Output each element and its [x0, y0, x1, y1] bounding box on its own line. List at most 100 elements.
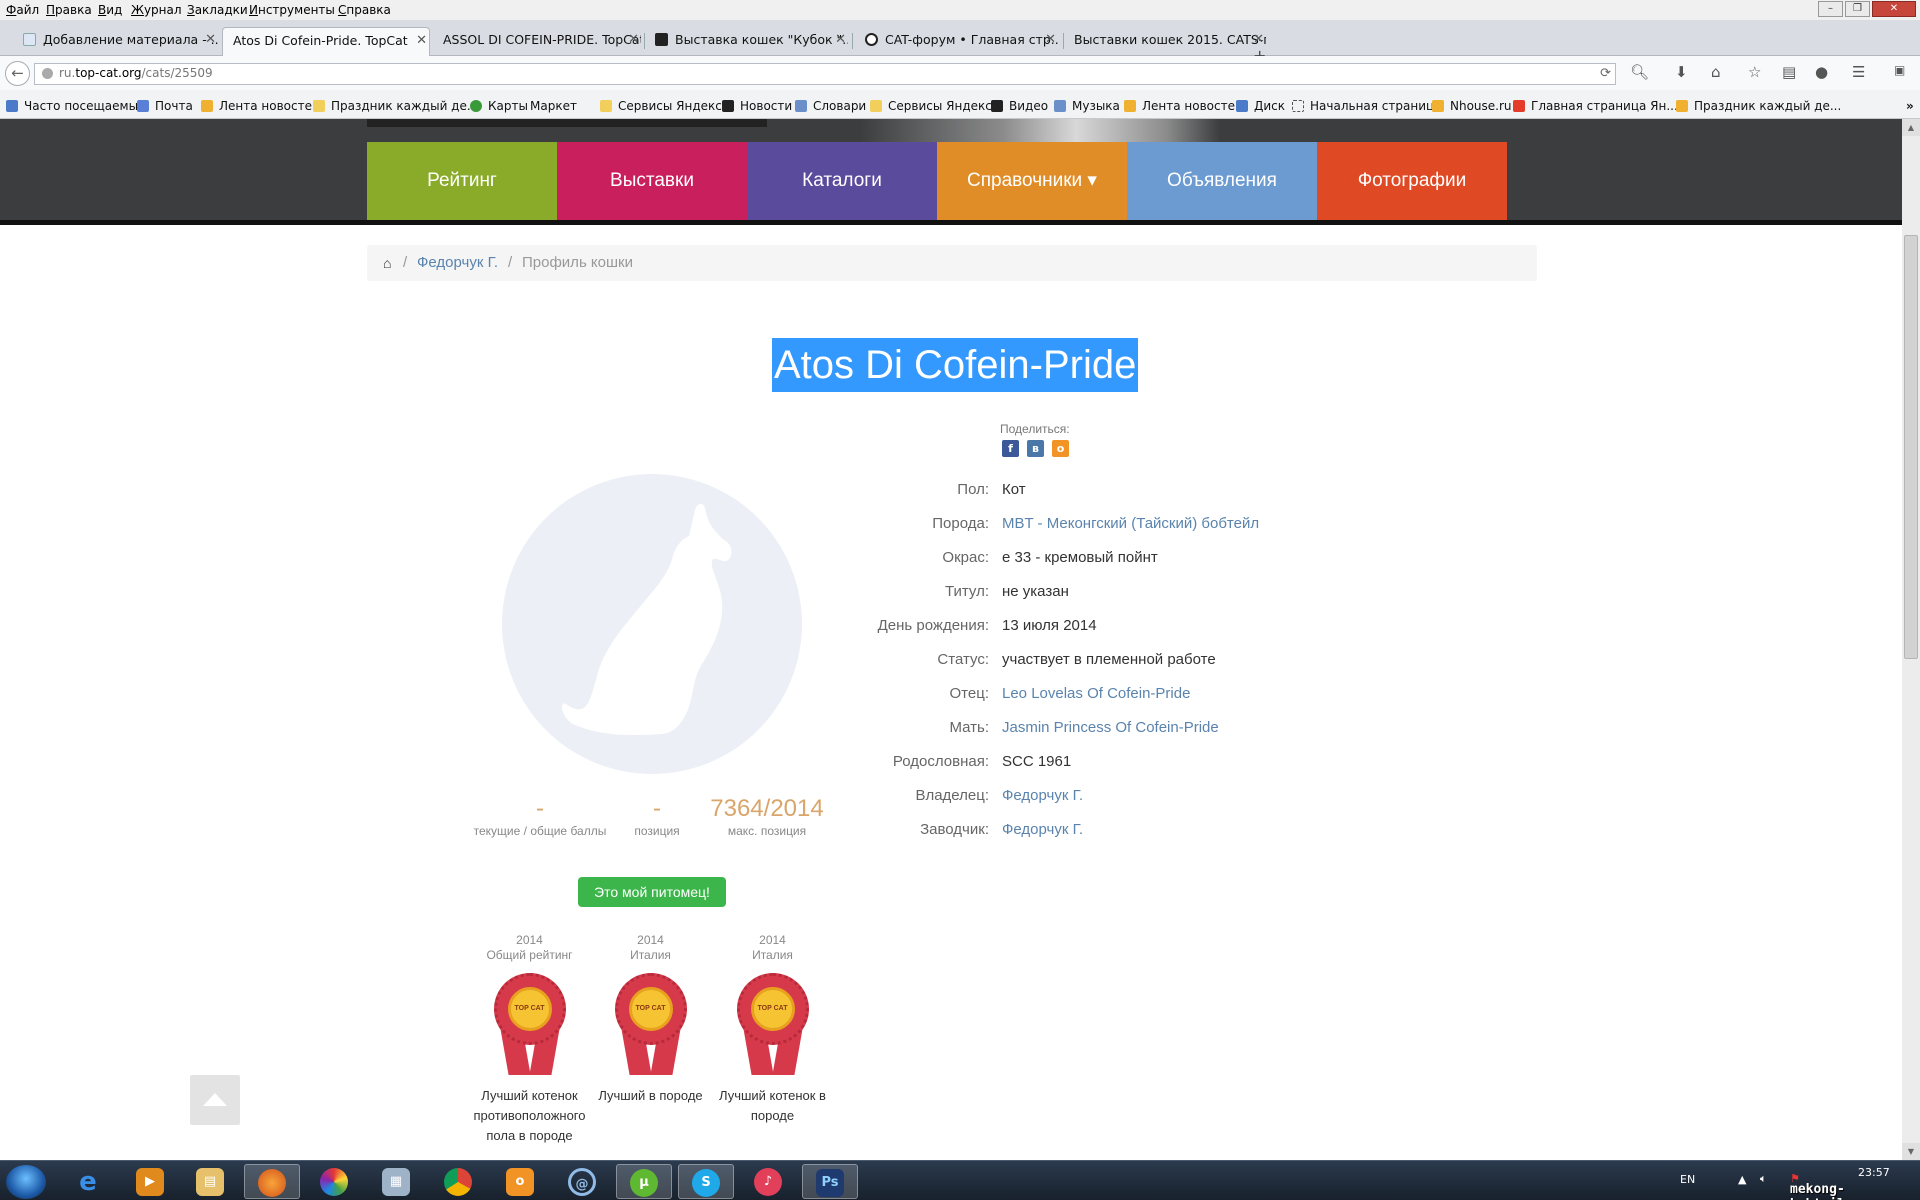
award-year: 2014 — [759, 933, 786, 947]
nav-ads[interactable]: Объявления — [1127, 142, 1317, 220]
field-value-owner-link[interactable]: Федорчук Г. — [1002, 787, 1083, 804]
nav-shows[interactable]: Выставки — [557, 142, 747, 220]
menu-help[interactable]: Справка — [338, 3, 391, 17]
bookmark-yandex-services-2[interactable]: Сервисы Яндекса — [870, 99, 999, 113]
language-indicator[interactable]: EN — [1680, 1173, 1695, 1186]
taskbar-skype[interactable]: S — [678, 1164, 734, 1199]
back-button[interactable]: ← — [5, 61, 30, 86]
bookmarks-overflow-icon[interactable]: » — [1906, 99, 1914, 113]
field-value-father-link[interactable]: Leo Lovelas Of Cofein-Pride — [1002, 685, 1190, 702]
taskbar-mail-agent[interactable]: @ — [554, 1164, 610, 1199]
clock[interactable]: 23:57 — [1858, 1166, 1890, 1179]
bookmark-mail[interactable]: Почта — [137, 99, 193, 113]
award-badge: 2014 Общий рейтинг TOP CAT Лучший котено… — [472, 933, 587, 1146]
windows-taskbar: e ▶ ▤ ▦ о @ µ S ♪ Ps EN ▲ 🔈︎ ⚑ 23:57 — [0, 1160, 1920, 1200]
tab-add-material[interactable]: Добавление материала - ... ✕ — [18, 27, 218, 56]
scroll-up-arrow-icon[interactable]: ▲ — [1902, 119, 1920, 136]
reload-icon[interactable]: ⟳ — [1600, 64, 1611, 83]
volume-icon[interactable]: 🔈︎ — [1760, 1172, 1767, 1186]
tray-expand-icon[interactable]: ▲ — [1738, 1173, 1746, 1186]
maximize-button[interactable]: ❐ — [1845, 1, 1870, 17]
field-value-breeder-link[interactable]: Федорчук Г. — [1002, 821, 1083, 838]
tab-cat-forum[interactable]: CAT-форум • Главная стр... ✕ — [860, 27, 1058, 56]
breadcrumb-separator: / — [508, 254, 513, 271]
close-tab-icon[interactable]: ✕ — [416, 28, 427, 53]
my-pet-button[interactable]: Это мой питомец! — [578, 877, 726, 907]
search-icon[interactable]: 🔍︎ — [1630, 63, 1649, 81]
header-stripe — [367, 119, 767, 127]
scroll-to-top-button[interactable] — [190, 1075, 240, 1125]
tab-assol-profile[interactable]: ASSOL DI COFEIN-PRIDE. TopCat ✕ — [433, 27, 641, 56]
bookmark-news-feed[interactable]: Лента новостей — [201, 99, 320, 113]
bookmark-news[interactable]: Новости — [722, 99, 792, 113]
odnoklassniki-icon[interactable]: о — [1052, 440, 1069, 457]
menu-file[interactable]: Файл — [6, 3, 39, 17]
field-label-title: Титул: — [944, 583, 989, 600]
close-tab-icon[interactable]: ✕ — [205, 27, 216, 52]
address-bar[interactable]: ru.top-cat.org/cats/25509 ⟳ — [34, 63, 1616, 85]
menu-view[interactable]: Вид — [98, 3, 122, 17]
arrow-up-icon — [203, 1093, 227, 1106]
nav-rating[interactable]: Рейтинг — [367, 142, 557, 220]
globe-icon — [42, 68, 53, 79]
nav-references[interactable]: Справочники ▾ — [937, 142, 1127, 220]
close-tab-icon[interactable]: ✕ — [835, 27, 846, 52]
bookmark-yandex-home[interactable]: Главная страница Ян... — [1513, 99, 1678, 113]
close-window-button[interactable]: ✕ — [1872, 1, 1916, 17]
bookmark-nhouse[interactable]: Nhouse.ru — [1432, 99, 1512, 113]
taskbar-internet-explorer[interactable]: e — [60, 1164, 116, 1199]
tab-cat-shows-2015[interactable]: Выставки кошек 2015. CATS-п... ✕ — [1066, 27, 1266, 56]
taskbar-explorer[interactable]: ▤ — [182, 1164, 238, 1199]
breadcrumb-owner-link[interactable]: Федорчук Г. — [417, 245, 498, 281]
menu-icon[interactable]: ☰ — [1852, 63, 1865, 81]
tab-title: Выставка кошек "Кубок "... — [675, 32, 848, 47]
menu-bookmarks[interactable]: Закладки — [187, 3, 248, 17]
home-icon[interactable]: ⌂ — [383, 245, 391, 281]
field-value-breed-link[interactable]: MBT - Меконгский (Тайский) бобтейл — [1002, 515, 1259, 532]
menu-edit[interactable]: Правка — [46, 3, 92, 17]
minimize-button[interactable]: – — [1818, 1, 1843, 17]
bookmark-disk[interactable]: Диск — [1236, 99, 1285, 113]
taskbar-photoshop[interactable]: Ps — [802, 1164, 858, 1199]
close-tab-icon[interactable]: ✕ — [628, 27, 639, 52]
taskbar-chrome[interactable] — [430, 1164, 486, 1199]
menu-tools[interactable]: Инструменты — [249, 3, 335, 17]
taskbar-picasa[interactable] — [306, 1164, 362, 1199]
bookmark-start-page[interactable]: Начальная страница — [1292, 99, 1442, 113]
bookmark-holiday-2[interactable]: Праздник каждый де... — [1676, 99, 1841, 113]
bookmark-market[interactable]: Маркет — [530, 99, 577, 113]
tab-cat-show-cup[interactable]: Выставка кошек "Кубок "... ✕ — [650, 27, 848, 56]
taskbar-odnoklassniki[interactable]: о — [492, 1164, 548, 1199]
bookmark-most-visited[interactable]: Часто посещаемые — [6, 99, 145, 113]
reading-list-icon[interactable]: ▤ — [1782, 63, 1796, 81]
bookmark-dictionaries[interactable]: Словари — [795, 99, 866, 113]
vk-icon[interactable]: в — [1027, 440, 1044, 457]
bookmark-yandex-services[interactable]: Сервисы Яндекса — [600, 99, 729, 113]
menu-history[interactable]: Журнал — [131, 3, 182, 17]
download-icon[interactable]: ⬇ — [1675, 63, 1688, 81]
bookmark-music[interactable]: Музыка — [1054, 99, 1120, 113]
bookmark-news-feed-2[interactable]: Лента новостей — [1124, 99, 1243, 113]
taskbar-calculator[interactable]: ▦ — [368, 1164, 424, 1199]
taskbar-itunes[interactable]: ♪ — [740, 1164, 796, 1199]
nav-photos[interactable]: Фотографии — [1317, 142, 1507, 220]
bookmark-star-icon[interactable]: ☆ — [1748, 63, 1761, 81]
start-button[interactable] — [6, 1165, 46, 1199]
bookmark-maps[interactable]: Карты — [470, 99, 528, 113]
bookmark-holiday[interactable]: Праздник каждый де... — [313, 99, 478, 113]
scroll-down-arrow-icon[interactable]: ▼ — [1902, 1143, 1920, 1160]
tab-atos-profile[interactable]: Atos Di Cofein-Pride. TopCat ✕ — [222, 27, 430, 56]
home-icon[interactable]: ⌂ — [1711, 63, 1721, 81]
nav-catalogs[interactable]: Каталоги — [747, 142, 937, 220]
field-value-mother-link[interactable]: Jasmin Princess Of Cofein-Pride — [1002, 719, 1219, 736]
bookmark-video[interactable]: Видео — [991, 99, 1048, 113]
taskbar-media-player[interactable]: ▶ — [122, 1164, 178, 1199]
sidebar-icon[interactable]: ▣ — [1894, 63, 1905, 77]
scrollbar-thumb[interactable] — [1904, 235, 1918, 659]
chat-icon[interactable]: ● — [1815, 63, 1828, 81]
taskbar-utorrent[interactable]: µ — [616, 1164, 672, 1199]
taskbar-firefox[interactable] — [244, 1164, 300, 1199]
vertical-scrollbar[interactable]: ▲ ▼ — [1902, 119, 1920, 1160]
facebook-icon[interactable]: f — [1002, 440, 1019, 457]
close-tab-icon[interactable]: ✕ — [1045, 27, 1056, 52]
